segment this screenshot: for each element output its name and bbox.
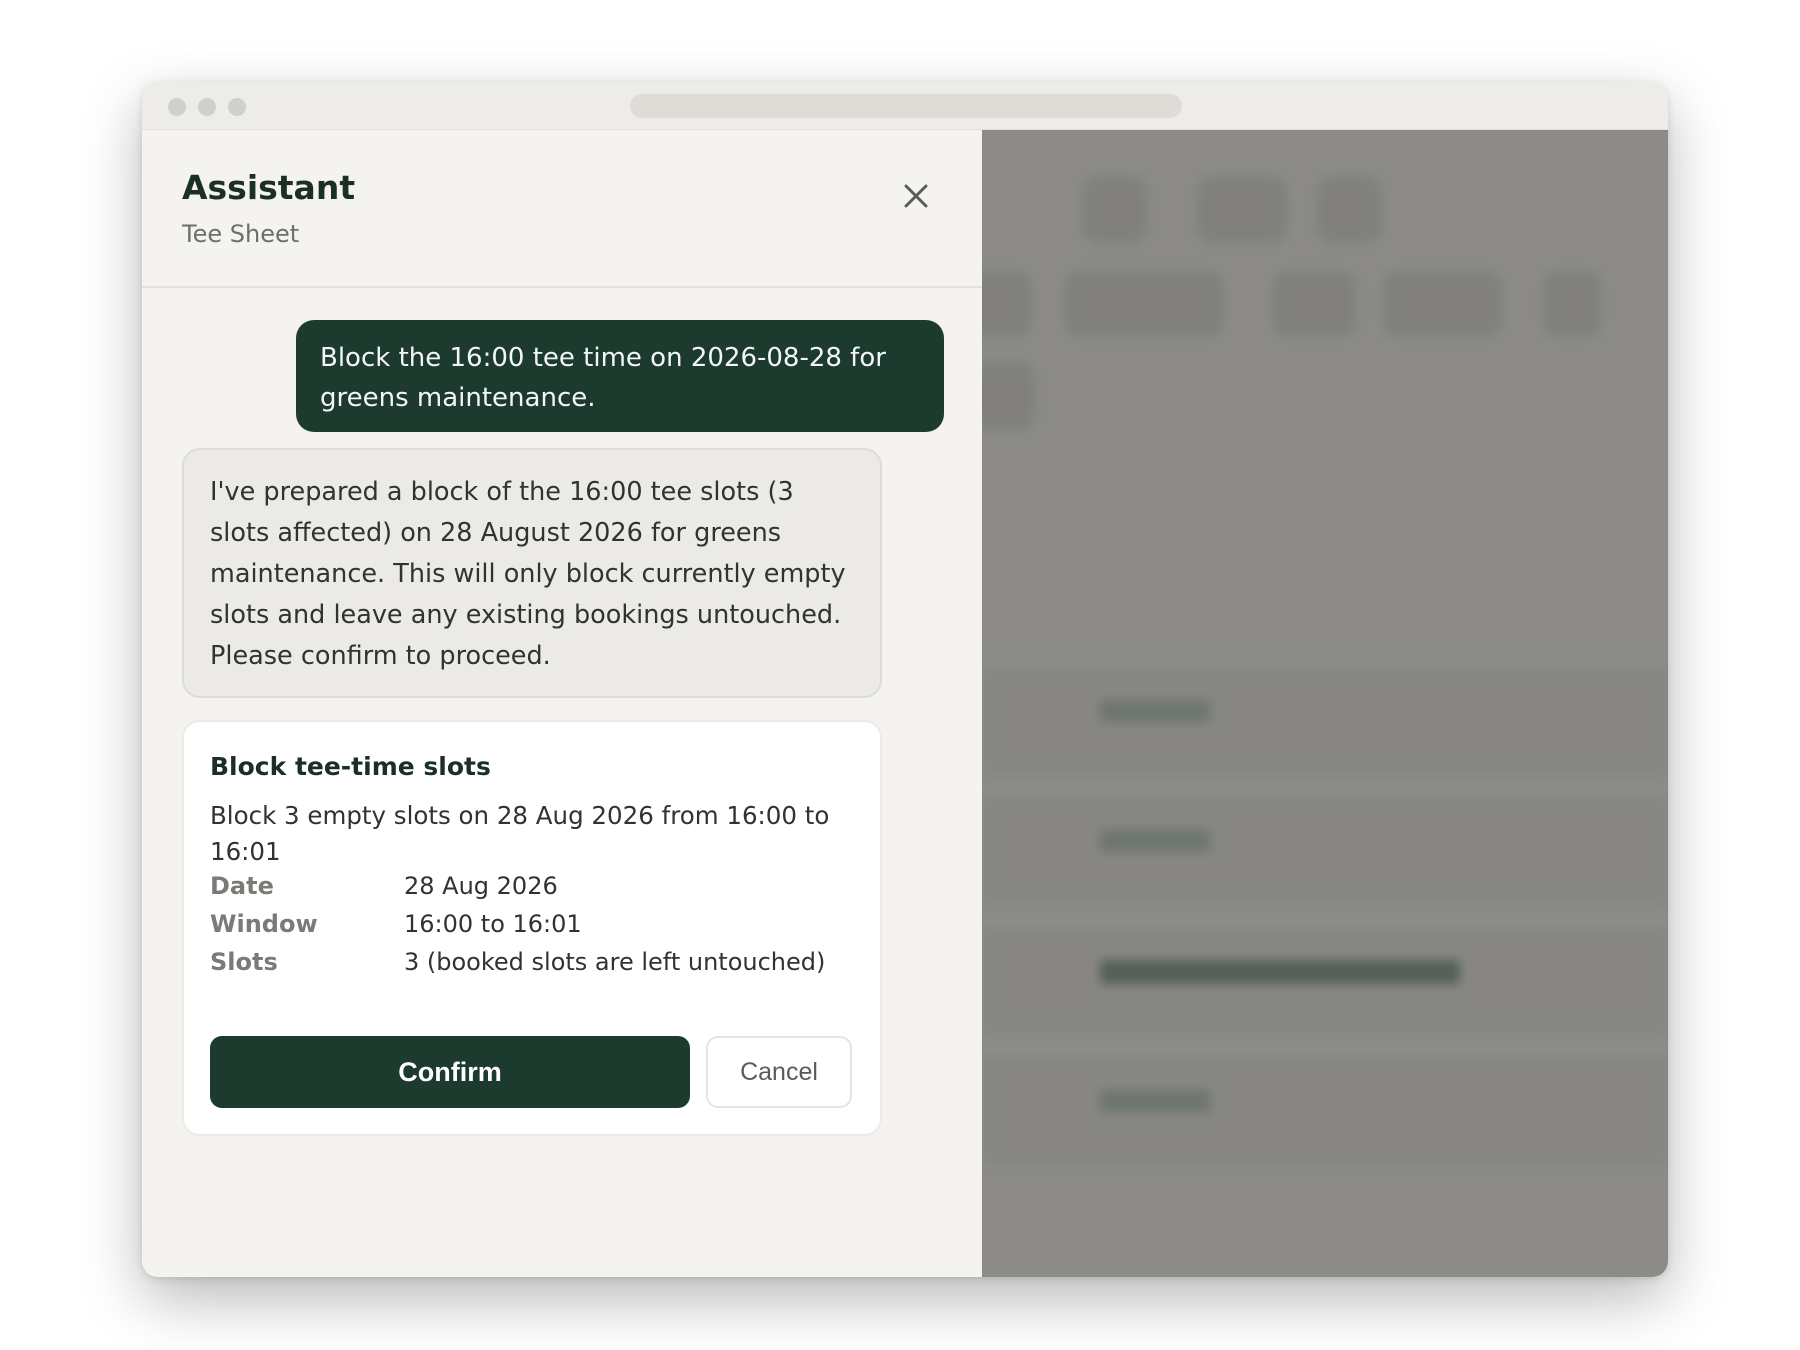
user-message: Block the 16:00 tee time on 2026-08-28 f… [296,320,944,432]
action-card-description: Block 3 empty slots on 28 Aug 2026 from … [210,801,830,866]
row-booking [1100,960,1460,984]
assistant-header: Assistant Tee Sheet [142,130,982,288]
cancel-button[interactable]: Cancel [706,1036,852,1108]
action-card: Block tee-time slots Block 3 empty slots… [182,720,882,1136]
assistant-message: I've prepared a block of the 16:00 tee s… [182,448,882,698]
filter-chip [1272,270,1356,338]
title-bar [142,82,1668,130]
filter-chip [1382,270,1502,338]
dropdown-chip [982,362,1036,430]
panel-title: Assistant [182,168,356,207]
row-status [1100,700,1210,722]
row-status [1100,830,1210,852]
tee-row [982,1046,1668,1164]
detail-value-window: 16:00 to 16:01 [404,910,582,938]
browser-window: Assistant Tee Sheet Block the 16:00 tee … [142,82,1668,1277]
blurred-tee-sheet [982,130,1668,1277]
tee-row [982,786,1668,904]
window-maximize-dot[interactable] [228,98,246,116]
prev-day-button [1082,176,1148,244]
window-close-dot[interactable] [168,98,186,116]
detail-label-window: Window [210,910,318,938]
row-status [1100,1090,1210,1112]
close-icon [904,184,928,208]
today-button [1196,176,1288,244]
next-day-button [1316,176,1382,244]
detail-label-date: Date [210,872,274,900]
address-bar[interactable] [630,94,1182,118]
detail-label-slots: Slots [210,948,278,976]
filter-chip [1542,270,1602,338]
confirm-button[interactable]: Confirm [210,1036,690,1108]
filter-chip [1064,270,1224,338]
detail-value-slots: 3 (booked slots are left untouched) [404,948,826,976]
tee-sheet-background-overlay[interactable] [982,130,1668,1277]
panel-subtitle: Tee Sheet [182,220,300,248]
assistant-panel: Assistant Tee Sheet Block the 16:00 tee … [142,130,982,1277]
window-minimize-dot[interactable] [198,98,216,116]
filter-chip [982,270,1032,338]
close-button[interactable] [894,174,938,218]
action-card-title: Block tee-time slots [210,752,491,781]
tee-row [982,656,1668,774]
detail-value-date: 28 Aug 2026 [404,872,558,900]
